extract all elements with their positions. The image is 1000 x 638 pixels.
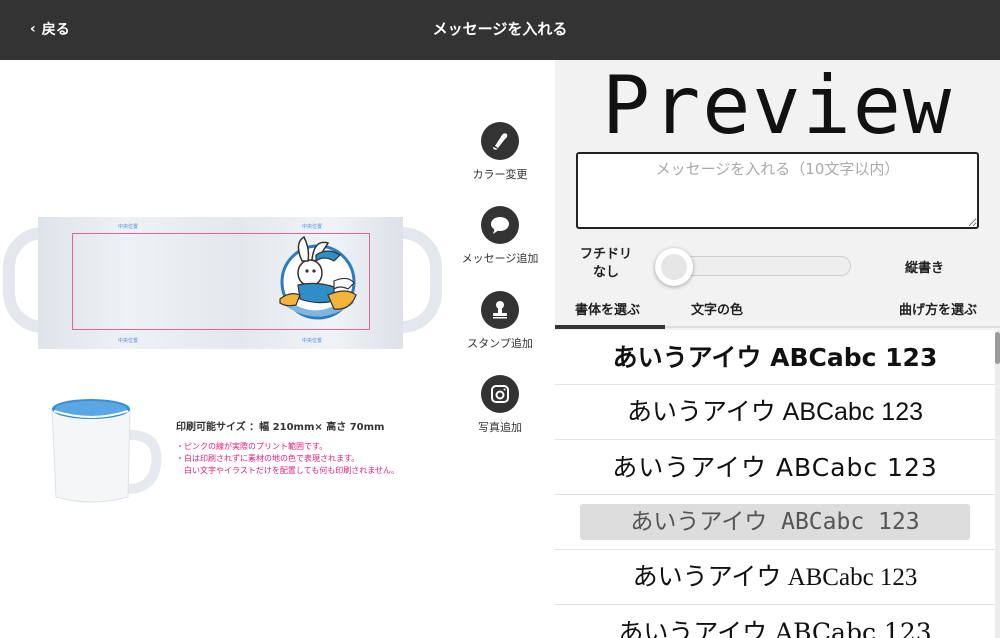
outline-label: フチドリ なし xyxy=(573,246,639,282)
note-white-color: ・白は印刷されずに素材の地の色で表現されます。 xyxy=(176,454,360,463)
stamp-icon xyxy=(493,301,507,319)
message-panel: Preview フチドリ なし 縦書き 書体を選ぶ 文字の色 曲げ方を選ぶ あい… xyxy=(555,60,1000,638)
font-option-4[interactable]: あいうアイウ ABCabc 123 xyxy=(555,495,995,550)
message-input[interactable] xyxy=(576,152,979,229)
tab-text-color[interactable]: 文字の色 xyxy=(691,299,743,318)
add-message-button[interactable]: メッセージ追加 xyxy=(455,206,545,266)
page-title: メッセージを入れる xyxy=(432,20,568,38)
add-stamp-label: スタンプ追加 xyxy=(467,337,533,350)
center-mark-bottom-right: 中央位置 xyxy=(302,338,323,344)
add-message-label: メッセージ追加 xyxy=(461,252,539,265)
print-info: 印刷可能サイズ ：幅 210mm× 高さ 70mm ・ピンクの線が実際のプリント… xyxy=(176,418,399,477)
font-sample: あいうアイウ ABCabc 123 xyxy=(618,618,932,638)
center-mark-bottom-left: 中央位置 xyxy=(118,338,139,344)
note-white-text: 白い文字やイラストだけを配置しても何も印刷されません。 xyxy=(184,466,399,475)
font-sample: あいうアイウ ABCabc 123 xyxy=(612,343,938,372)
mug-3d-image xyxy=(51,399,162,503)
print-size-text: 印刷可能サイズ ：幅 210mm× 高さ 70mm xyxy=(176,422,385,433)
outline-label-line1: フチドリ xyxy=(579,247,632,262)
outline-slider-handle[interactable] xyxy=(655,248,693,286)
active-tab-indicator xyxy=(555,325,665,329)
outline-label-line2: なし xyxy=(592,265,619,280)
font-list-scroll-thumb[interactable] xyxy=(995,332,1000,364)
add-stamp-button[interactable]: スタンプ追加 xyxy=(455,291,545,351)
header-bar: ‹ 戻る メッセージを入れる xyxy=(0,0,1000,60)
style-tabs: 書体を選ぶ 文字の色 曲げ方を選ぶ xyxy=(555,296,1000,328)
color-change-button[interactable]: カラー変更 xyxy=(455,122,545,182)
speech-bubble-icon xyxy=(491,217,509,234)
font-sample: あいうアイウ ABCabc 123 xyxy=(626,398,924,426)
paint-brush-icon xyxy=(493,133,508,150)
font-sample: あいうアイウ ABCabc 123 xyxy=(612,453,938,482)
add-photo-button[interactable]: 写真追加 xyxy=(455,375,545,435)
camera-icon xyxy=(491,385,509,403)
note-print-range: ・ピンクの線が実際のプリント範囲です。 xyxy=(176,442,328,451)
font-list: あいうアイウ ABCabc 123 あいうアイウ ABCabc 123 あいうア… xyxy=(555,330,995,638)
text-preview: Preview xyxy=(601,59,954,152)
tab-font[interactable]: 書体を選ぶ xyxy=(575,299,640,318)
design-canvas: 中央位置 中央位置 中央位置 中央位置 印刷可能サイズ ：幅 210mm× 高さ… xyxy=(0,60,555,638)
font-sample: あいうアイウ ABCabc 123 xyxy=(632,564,918,591)
center-mark-top-left: 中央位置 xyxy=(118,224,139,230)
font-option-1[interactable]: あいうアイウ ABCabc 123 xyxy=(555,330,995,385)
mug-flat-preview: 中央位置 中央位置 中央位置 中央位置 xyxy=(0,215,445,355)
tab-curve[interactable]: 曲げ方を選ぶ xyxy=(899,299,977,318)
add-photo-label: 写真追加 xyxy=(478,421,522,434)
font-option-5[interactable]: あいうアイウ ABCabc 123 xyxy=(555,550,995,605)
vertical-writing-toggle[interactable]: 縦書き xyxy=(905,257,944,276)
font-sample: あいうアイウ ABCabc 123 xyxy=(580,504,970,540)
mascot-stamp[interactable] xyxy=(268,225,368,325)
font-list-scrollbar[interactable] xyxy=(995,330,1000,638)
font-option-3[interactable]: あいうアイウ ABCabc 123 xyxy=(555,440,995,495)
color-change-label: カラー変更 xyxy=(472,168,528,181)
font-option-6[interactable]: あいうアイウ ABCabc 123 xyxy=(555,605,995,638)
font-option-2[interactable]: あいうアイウ ABCabc 123 xyxy=(555,385,995,440)
